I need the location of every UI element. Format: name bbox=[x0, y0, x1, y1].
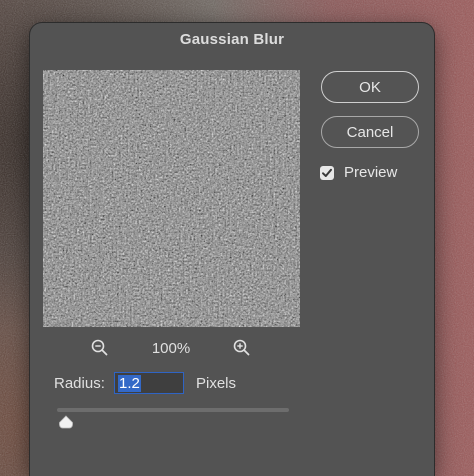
gaussian-blur-dialog: Gaussian Blur OK Cancel Preview 100% Rad… bbox=[30, 23, 434, 476]
preview-area[interactable] bbox=[43, 70, 300, 327]
radius-input[interactable]: 1.2 bbox=[114, 372, 184, 394]
preview-label: Preview bbox=[344, 164, 398, 181]
slider-track[interactable] bbox=[57, 408, 289, 412]
radius-slider[interactable] bbox=[57, 408, 289, 438]
radius-row: Radius: 1.2 Pixels bbox=[54, 371, 236, 395]
ok-button[interactable]: OK bbox=[321, 71, 419, 103]
zoom-in-icon[interactable] bbox=[232, 338, 252, 358]
dialog-title: Gaussian Blur bbox=[179, 31, 285, 48]
radius-label: Radius: bbox=[54, 374, 105, 392]
preview-checkbox[interactable] bbox=[320, 165, 334, 180]
checkmark-icon bbox=[322, 168, 332, 177]
cancel-button[interactable]: Cancel bbox=[321, 116, 419, 148]
noise-preview-image bbox=[43, 70, 300, 327]
radius-value-selected: 1.2 bbox=[118, 374, 141, 392]
zoom-level: 100% bbox=[151, 340, 191, 357]
radius-unit-label: Pixels bbox=[196, 374, 237, 392]
slider-thumb[interactable] bbox=[58, 415, 74, 429]
preview-checkbox-row[interactable]: Preview bbox=[320, 164, 397, 181]
zoom-controls: 100% bbox=[90, 338, 260, 360]
zoom-out-icon[interactable] bbox=[90, 338, 110, 358]
